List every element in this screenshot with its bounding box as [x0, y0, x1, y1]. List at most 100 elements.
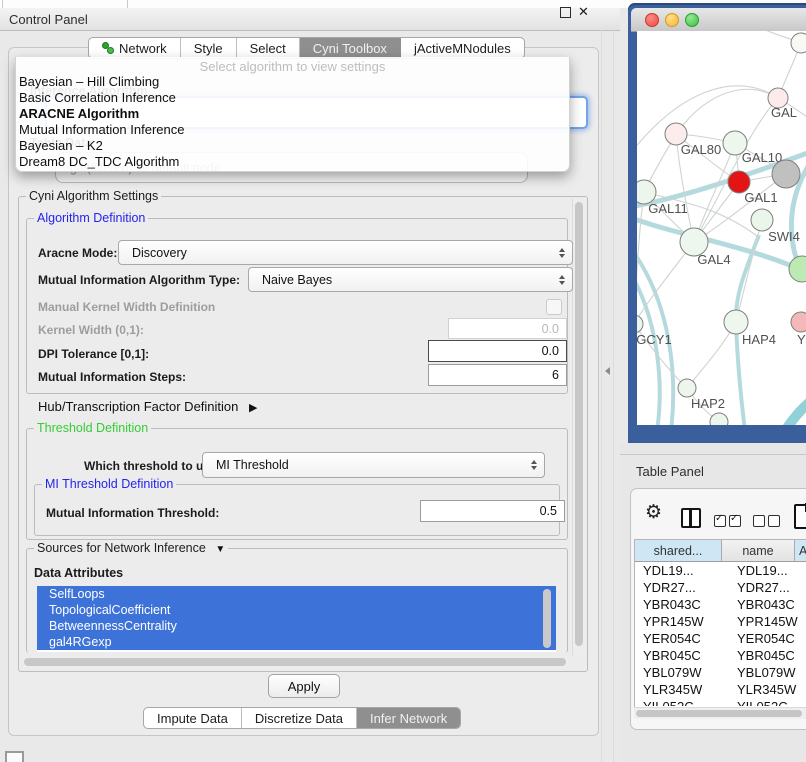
manual-kernel-checkbox[interactable] — [546, 299, 562, 315]
column-layout-icon[interactable] — [681, 508, 701, 528]
algorithm-list: Bayesian – Hill ClimbingBasic Correlatio… — [19, 74, 566, 170]
table-horizontal-scrollbar-thumb[interactable] — [636, 710, 802, 717]
cyni-settings-title: Cyni Algorithm Settings — [26, 189, 161, 203]
tab-impute-data[interactable]: Impute Data — [144, 708, 242, 728]
table-horizontal-scrollbar[interactable] — [634, 707, 806, 719]
hub-definition-toggle[interactable]: Hub/Transcription Factor Definition — [38, 399, 257, 414]
settings-vertical-scrollbar[interactable] — [572, 198, 586, 656]
settings-vertical-scrollbar-thumb[interactable] — [575, 202, 583, 646]
network-node[interactable] — [637, 315, 643, 333]
table-row[interactable]: YER054CYER054C8. — [635, 630, 806, 647]
dpi-tolerance-label: DPI Tolerance [0,1]: — [38, 347, 149, 361]
table-row[interactable]: YBR045CYBR045C9. — [635, 647, 806, 664]
table-row[interactable]: YDL19...YDL19...13 — [635, 562, 806, 579]
aracne-mode-combobox[interactable]: Discovery — [118, 240, 573, 265]
data-attribute-item[interactable]: SelfLoops — [37, 586, 556, 602]
data-attribute-item[interactable]: TopologicalCoefficient — [37, 602, 556, 618]
algorithm-option[interactable]: Basic Correlation Inference — [19, 90, 566, 106]
algorithm-option[interactable]: ARACNE Algorithm — [19, 106, 566, 122]
network-node[interactable] — [710, 413, 728, 425]
network-node[interactable] — [724, 310, 748, 334]
unchecked-column-icon[interactable] — [768, 515, 780, 527]
tab-style[interactable]: Style — [181, 38, 237, 58]
which-threshold-combobox[interactable]: MI Threshold — [202, 452, 545, 478]
network-view-window[interactable]: GALGAL80GAL10GAL1GAL11SWI4GAL4GCY1HAP4YH… — [628, 3, 806, 443]
apply-button[interactable]: Apply — [268, 674, 340, 698]
table-column-header[interactable]: shared... — [635, 540, 722, 562]
table-row[interactable]: YLR345WYLR345W9. — [635, 681, 806, 698]
window-close-icon[interactable] — [645, 13, 659, 27]
checked-column-icon[interactable] — [714, 515, 726, 527]
mi-type-combobox[interactable]: Naive Bayes — [248, 267, 573, 292]
algorithm-option[interactable]: Bayesian – Hill Climbing — [19, 74, 566, 90]
float-panel-icon[interactable] — [560, 7, 571, 18]
top-tab-divider — [127, 0, 128, 8]
window-zoom-icon[interactable] — [685, 13, 699, 27]
network-node[interactable] — [751, 209, 773, 231]
manual-kernel-label: Manual Kernel Width Definition — [38, 300, 215, 314]
table-column-header[interactable]: name — [722, 540, 795, 562]
network-node[interactable] — [791, 33, 806, 53]
tab-cyni-toolbox[interactable]: Cyni Toolbox — [300, 38, 401, 58]
mi-threshold-group-title: MI Threshold Definition — [42, 477, 176, 491]
sources-group-title: Sources for Network Inference — [37, 541, 206, 555]
node-label: HAP2 — [691, 396, 725, 411]
network-node[interactable] — [678, 379, 696, 397]
unchecked-column-icon[interactable] — [753, 515, 765, 527]
algorithm-option[interactable]: Bayesian – K2 — [19, 138, 566, 154]
new-table-icon[interactable] — [794, 504, 806, 529]
combo-arrows-icon — [559, 275, 565, 285]
tab-discretize-data[interactable]: Discretize Data — [242, 708, 357, 728]
mi-threshold-field[interactable]: 0.5 — [420, 500, 565, 522]
data-attribute-item[interactable]: BetweennessCentrality — [37, 618, 556, 634]
table-row[interactable]: YBL079WYBL079W — [635, 664, 806, 681]
network-window-titlebar[interactable] — [631, 8, 806, 32]
table-row[interactable]: YPR145WYPR145W9. — [635, 613, 806, 630]
which-threshold-label: Which threshold to use: — [84, 459, 221, 473]
node-label: GAL1 — [744, 190, 777, 205]
node-label: GAL11 — [648, 201, 688, 216]
sources-group-toggle[interactable]: Sources for Network Inference — [34, 541, 228, 555]
tab-select[interactable]: Select — [237, 38, 300, 58]
data-attributes-list[interactable]: SelfLoopsTopologicalCoefficientBetweenne… — [37, 586, 556, 652]
splitter-line — [601, 30, 602, 762]
network-edge — [694, 143, 735, 242]
network-node[interactable] — [789, 256, 806, 282]
data-attribute-item[interactable]: gal4RGexp — [37, 634, 556, 650]
network-node[interactable] — [772, 160, 800, 188]
table-row[interactable]: YBR043CYBR043C — [635, 596, 806, 613]
table-row[interactable]: YIL052CYIL052C9 — [635, 698, 806, 706]
table-cell: YBL079W — [729, 664, 806, 681]
checked-column-icon[interactable] — [729, 515, 741, 527]
data-attributes-scrollbar-thumb[interactable] — [543, 589, 551, 648]
data-attributes-label: Data Attributes — [34, 566, 123, 580]
settings-horizontal-scrollbar-thumb[interactable] — [24, 658, 566, 666]
tab-network[interactable]: Network — [89, 38, 181, 58]
table-cell: YER054C — [635, 630, 729, 647]
splitter-collapse-handle[interactable] — [605, 367, 610, 375]
mi-steps-field[interactable]: 6 — [428, 364, 567, 386]
network-node[interactable] — [791, 312, 806, 332]
table-column-header[interactable]: A — [795, 540, 806, 562]
dpi-tolerance-field[interactable]: 0.0 — [428, 340, 567, 362]
node-label: GAL — [771, 105, 797, 120]
close-panel-icon[interactable] — [578, 4, 589, 20]
settings-horizontal-scrollbar[interactable] — [22, 656, 570, 668]
window-minimize-icon[interactable] — [665, 13, 679, 27]
threshold-definition-title: Threshold Definition — [34, 421, 151, 435]
algorithm-option[interactable]: Mutual Information Inference — [19, 122, 566, 138]
network-canvas[interactable]: GALGAL80GAL10GAL1GAL11SWI4GAL4GCY1HAP4YH… — [637, 31, 806, 425]
table-cell: YPR145W — [729, 613, 806, 630]
tab-jactivemnodules[interactable]: jActiveMNodules — [401, 38, 524, 58]
table-row[interactable]: YDR27...YDR27...12 — [635, 579, 806, 596]
table-cell: YBR043C — [635, 596, 729, 613]
kernel-width-field[interactable]: 0.0 — [448, 318, 567, 339]
mi-type-value: Naive Bayes — [262, 273, 332, 287]
algorithm-option[interactable]: Dream8 DC_TDC Algorithm — [19, 154, 566, 170]
control-panel-bottom-tabbar: Impute DataDiscretize DataInfer Network — [143, 707, 461, 729]
gear-icon[interactable]: ⚙ — [645, 501, 662, 524]
tab-infer-network[interactable]: Infer Network — [357, 708, 460, 728]
kernel-width-label: Kernel Width (0,1): — [38, 323, 144, 337]
node-label: GAL10 — [742, 150, 782, 165]
minimized-panel-icon[interactable] — [5, 751, 24, 762]
